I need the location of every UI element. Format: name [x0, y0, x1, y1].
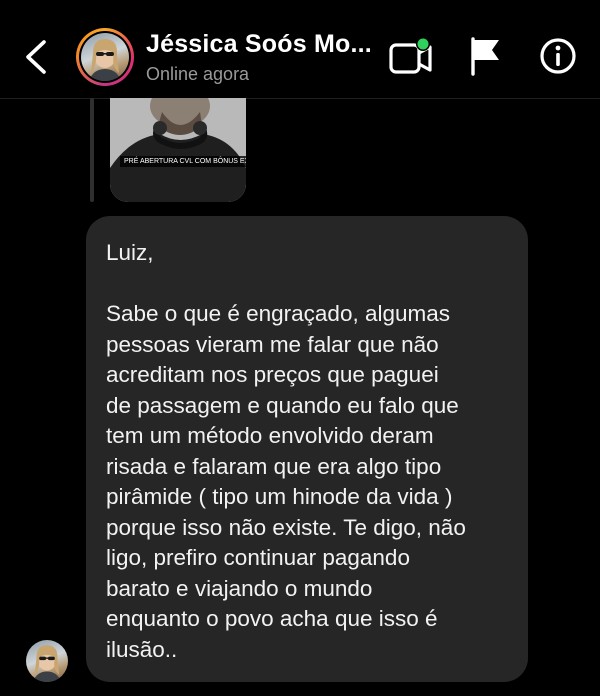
online-status: Online agora — [146, 64, 250, 84]
video-call-icon[interactable] — [388, 36, 434, 76]
shared-post-caption: PRÉ ABERTURA CVL COM BÔNUS EXCLUSIVOS — [120, 156, 246, 167]
flag-icon[interactable] — [468, 36, 504, 76]
message-body: Sabe o que é engraçado, algumas pessoas … — [106, 301, 466, 662]
message-greeting: Luiz, — [106, 240, 154, 265]
sender-avatar[interactable] — [26, 640, 68, 682]
message-bubble[interactable]: Luiz, Sabe o que é engraçado, algumas pe… — [86, 216, 528, 682]
contact-photo — [81, 33, 129, 81]
back-chevron-icon[interactable] — [20, 38, 54, 76]
shared-post-thumbnail[interactable]: PRÉ ABERTURA CVL COM BÔNUS EXCLUSIVOS — [110, 98, 246, 202]
reply-indicator — [90, 98, 94, 202]
contact-avatar[interactable] — [76, 28, 134, 86]
contact-name[interactable]: Jéssica Soós Mo... — [146, 30, 372, 59]
chat-header: Jéssica Soós Mo... Online agora — [0, 0, 600, 99]
online-dot-icon — [417, 38, 429, 50]
info-icon[interactable] — [538, 36, 578, 76]
